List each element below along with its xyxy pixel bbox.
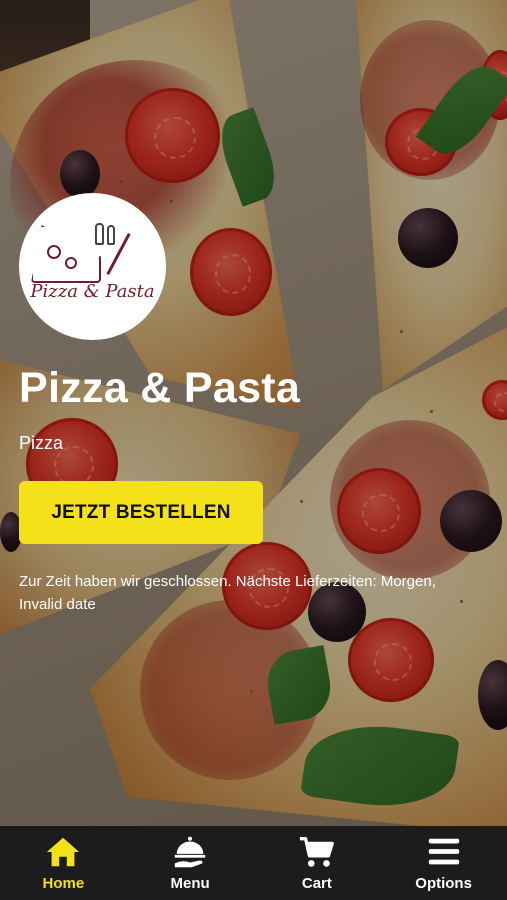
restaurant-logo: Pizza & Pasta (19, 193, 166, 340)
nav-label-home: Home (42, 875, 85, 892)
restaurant-category: Pizza (19, 433, 64, 453)
nav-item-home[interactable]: Home (0, 826, 126, 900)
nav-item-cart[interactable]: Cart (254, 826, 380, 900)
nav-label-options: Options (415, 875, 472, 892)
image-overlay (0, 0, 507, 826)
order-now-button[interactable]: JETZT BESTELLEN (19, 481, 263, 544)
hamburger-icon (424, 833, 464, 871)
nav-label-menu: Menu (170, 875, 210, 892)
restaurant-name: Pizza & Pasta (19, 364, 301, 412)
nav-item-options[interactable]: Options (381, 826, 507, 900)
home-icon (43, 833, 83, 871)
pizza-slice-icon (31, 225, 101, 283)
nav-label-cart: Cart (301, 875, 332, 892)
logo-text: Pizza & Pasta (30, 281, 155, 302)
cloche-hand-icon (170, 833, 210, 871)
pepper-shaker-icon (107, 225, 115, 245)
closed-notice: Zur Zeit haben wir geschlossen. Nächste … (19, 573, 436, 613)
nav-item-menu[interactable]: Menu (127, 826, 253, 900)
salt-shaker-icon (95, 223, 104, 245)
bottom-navigation: Home Menu Cart Options (0, 826, 507, 900)
cart-icon (297, 833, 337, 871)
hero-background (0, 0, 507, 826)
